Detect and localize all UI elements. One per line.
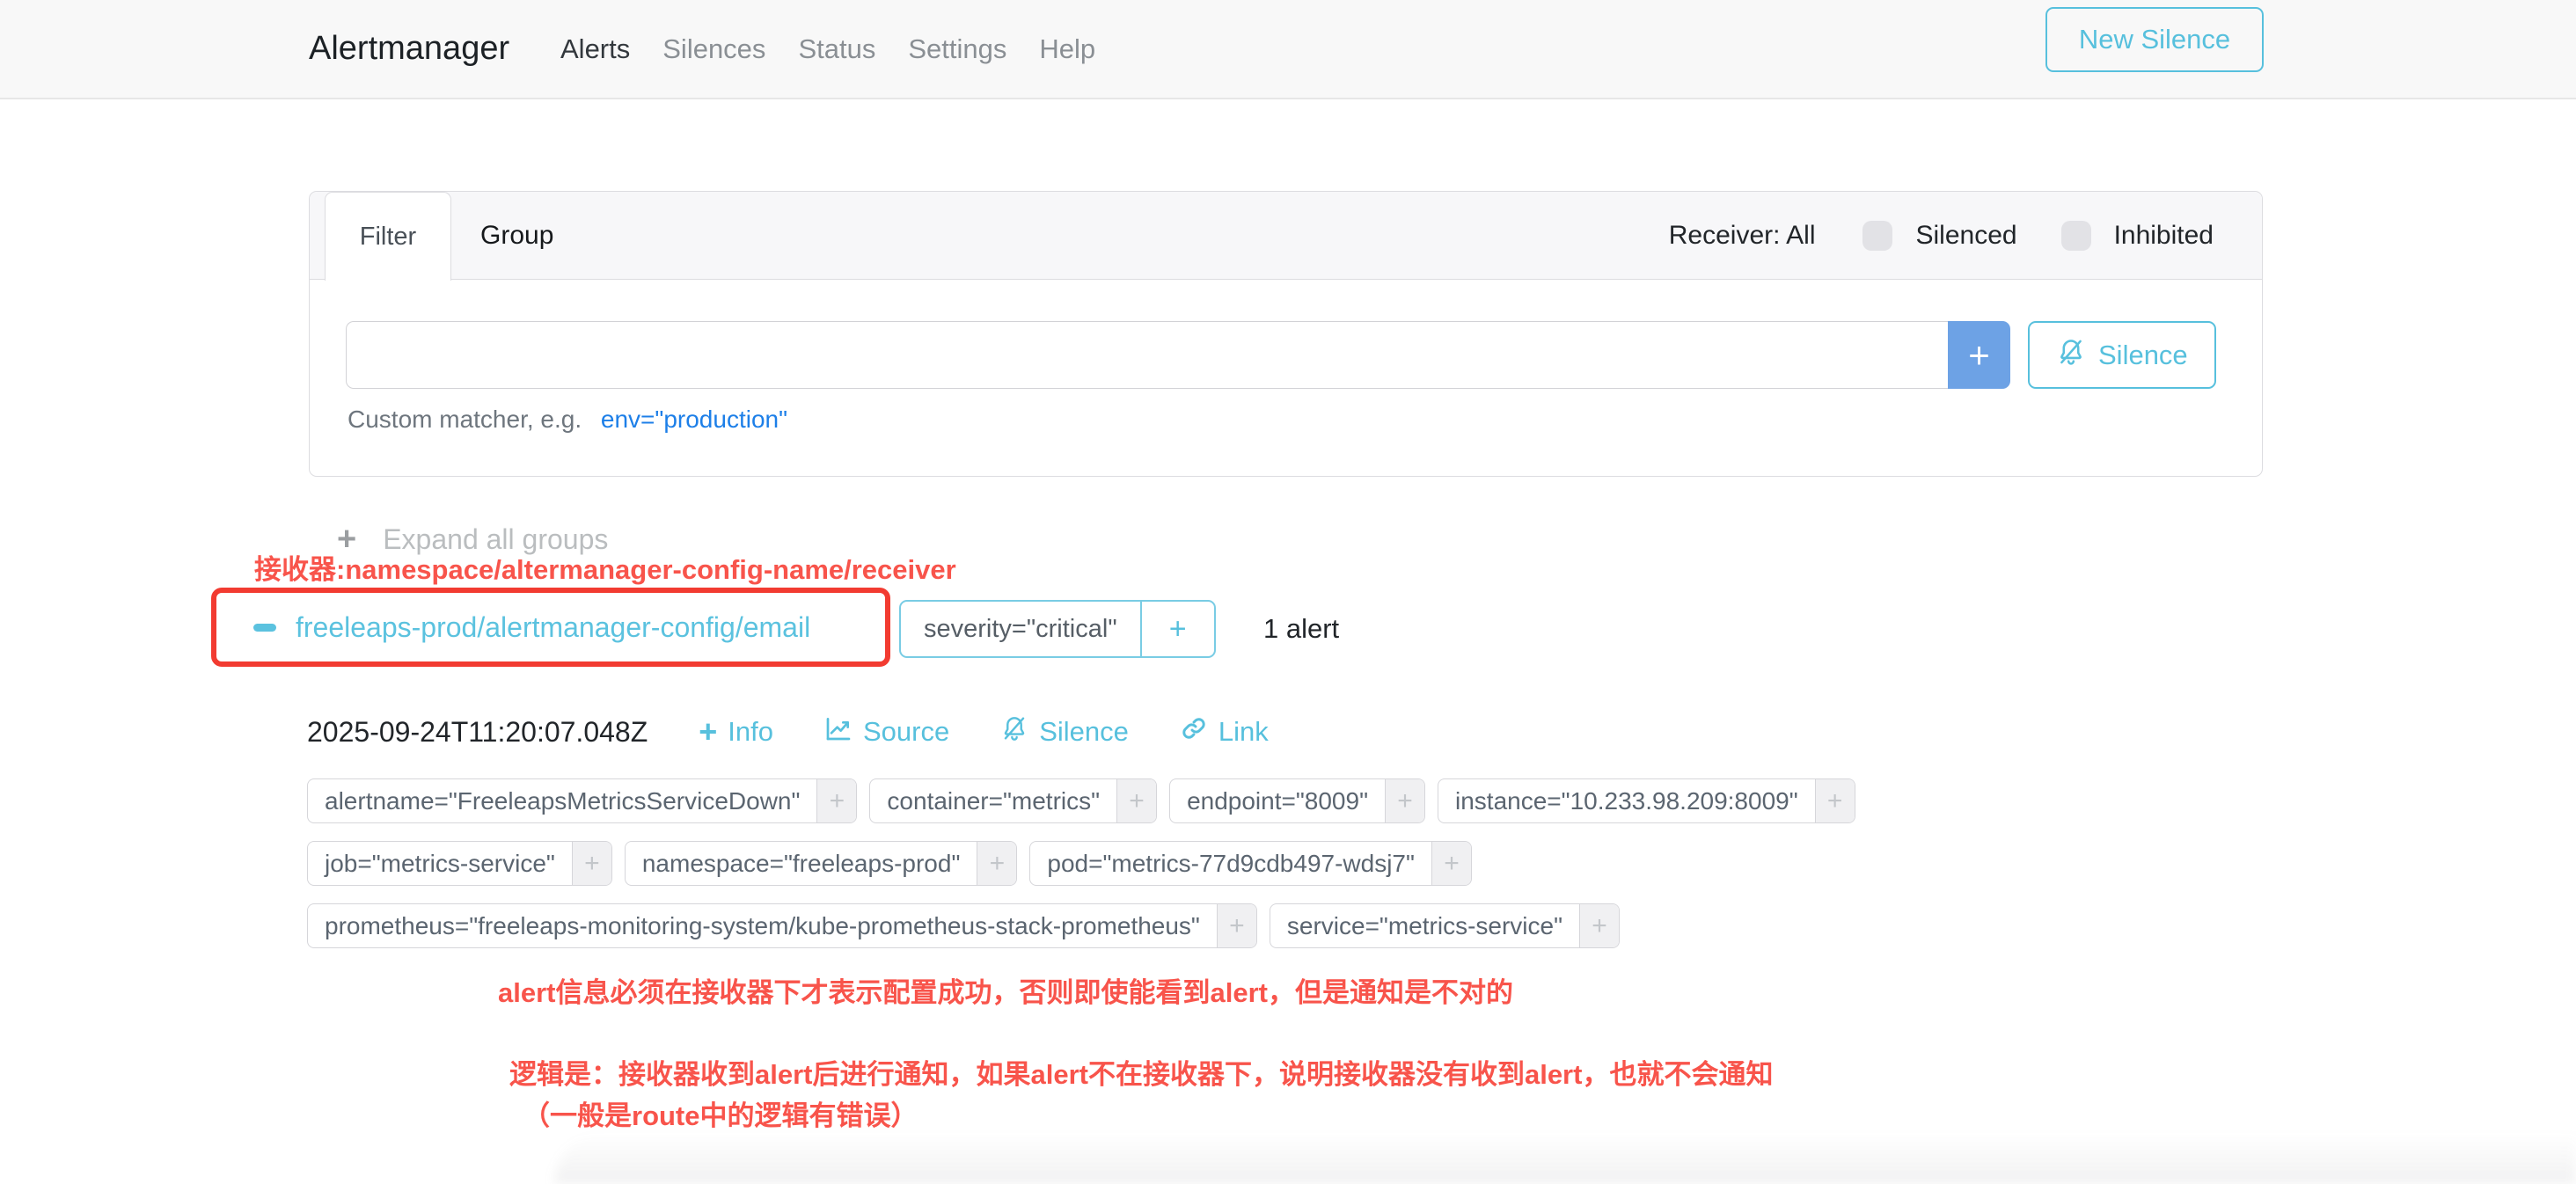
group-matcher-chip: severity="critical" +: [899, 600, 1216, 658]
inhibited-checkbox[interactable]: [2061, 221, 2091, 251]
annotation-receiver-note: 接收器:namespace/altermanager-config-name/r…: [254, 547, 956, 587]
label-row: prometheus="freeleaps-monitoring-system/…: [307, 903, 1620, 948]
top-navbar: Alertmanager Alerts Silences Status Sett…: [0, 0, 2576, 99]
label-add-button[interactable]: +: [1815, 779, 1855, 822]
group-collapse-toggle[interactable]: freeleaps-prod/alertmanager-config/email: [253, 611, 810, 644]
nav-item-help[interactable]: Help: [1039, 33, 1095, 65]
chart-icon: [824, 714, 853, 749]
tab-group[interactable]: Group: [480, 192, 553, 280]
label-text: container="metrics": [870, 779, 1116, 822]
link-icon: [1180, 714, 1208, 749]
label-add-button[interactable]: +: [1116, 779, 1156, 822]
label-tag: job="metrics-service"+: [307, 841, 612, 886]
label-add-button[interactable]: +: [1385, 779, 1424, 822]
label-text: prometheus="freeleaps-monitoring-system/…: [308, 904, 1217, 947]
info-action[interactable]: + Info: [699, 716, 773, 748]
label-tag: endpoint="8009"+: [1169, 778, 1425, 823]
info-action-label: Info: [728, 716, 773, 748]
label-tag: instance="10.233.98.209:8009"+: [1438, 778, 1855, 823]
label-add-button[interactable]: +: [816, 779, 856, 822]
link-action[interactable]: Link: [1180, 714, 1269, 749]
receiver-dropdown[interactable]: Receiver: All: [1669, 221, 1816, 251]
main-nav: Alerts Silences Status Settings Help: [560, 33, 1095, 65]
group-matcher-add-button[interactable]: +: [1140, 602, 1214, 656]
label-tag: service="metrics-service"+: [1270, 903, 1620, 948]
label-row: alertname="FreeleapsMetricsServiceDown"+…: [307, 778, 1855, 823]
matcher-bar: + Silence: [346, 321, 2216, 389]
group-receiver-link[interactable]: freeleaps-prod/alertmanager-config/email: [296, 611, 810, 644]
filter-panel: Filter Group Receiver: All Silenced Inhi…: [309, 191, 2263, 477]
label-row: job="metrics-service"+ namespace="freele…: [307, 841, 1472, 886]
alert-header-row: 2025-09-24T11:20:07.048Z + Info Source: [307, 714, 1269, 749]
label-tag: container="metrics"+: [869, 778, 1157, 823]
bell-slash-icon: [2056, 337, 2086, 374]
annotation-note-1: alert信息必须在接收器下才表示配置成功，否则即使能看到alert，但是通知是…: [498, 970, 1513, 1010]
silence-action[interactable]: Silence: [1000, 714, 1129, 749]
label-add-button[interactable]: +: [1431, 842, 1471, 885]
silence-action-label: Silence: [1039, 716, 1129, 748]
source-action[interactable]: Source: [824, 714, 949, 749]
silence-filter-button[interactable]: Silence: [2028, 321, 2216, 389]
group-matcher-label: severity="critical": [901, 602, 1140, 656]
add-matcher-button[interactable]: +: [1948, 321, 2010, 389]
new-silence-button[interactable]: New Silence: [2045, 7, 2264, 72]
annotation-note-2: 逻辑是：接收器收到alert后进行通知，如果alert不在接收器下，说明接收器没…: [509, 1052, 1773, 1092]
silenced-label[interactable]: Silenced: [1915, 221, 2016, 251]
annotation-note-3: （一般是route中的逻辑有错误）: [523, 1093, 918, 1133]
label-tag: pod="metrics-77d9cdb497-wdsj7"+: [1029, 841, 1472, 886]
nav-item-alerts[interactable]: Alerts: [560, 33, 630, 65]
matcher-hint: Custom matcher, e.g. env="production": [348, 406, 787, 434]
label-add-button[interactable]: +: [1217, 904, 1256, 947]
label-tag: namespace="freeleaps-prod"+: [625, 841, 1018, 886]
hint-example-link[interactable]: env="production": [601, 406, 787, 433]
filter-options: Receiver: All Silenced Inhibited: [1669, 192, 2214, 280]
bottom-shadow: [554, 1133, 2576, 1184]
label-add-button[interactable]: +: [572, 842, 611, 885]
app-brand[interactable]: Alertmanager: [309, 30, 509, 68]
alert-timestamp: 2025-09-24T11:20:07.048Z: [307, 716, 648, 749]
nav-item-status[interactable]: Status: [798, 33, 875, 65]
label-tag: prometheus="freeleaps-monitoring-system/…: [307, 903, 1257, 948]
alert-count: 1 alert: [1263, 613, 1339, 645]
label-text: service="metrics-service": [1270, 904, 1579, 947]
minus-icon: [253, 624, 276, 632]
annotation-highlight-box: freeleaps-prod/alertmanager-config/email: [211, 588, 890, 667]
label-tag: alertname="FreeleapsMetricsServiceDown"+: [307, 778, 857, 823]
label-add-button[interactable]: +: [977, 842, 1016, 885]
nav-item-settings[interactable]: Settings: [908, 33, 1006, 65]
label-text: pod="metrics-77d9cdb497-wdsj7": [1030, 842, 1431, 885]
label-text: endpoint="8009": [1170, 779, 1385, 822]
label-text: instance="10.233.98.209:8009": [1438, 779, 1815, 822]
bell-slash-icon: [1000, 714, 1028, 749]
label-text: alertname="FreeleapsMetricsServiceDown": [308, 779, 816, 822]
silenced-checkbox[interactable]: [1862, 221, 1892, 251]
label-text: namespace="freeleaps-prod": [626, 842, 977, 885]
hint-text: Custom matcher, e.g.: [348, 406, 582, 433]
page: Alertmanager Alerts Silences Status Sett…: [0, 0, 2576, 1184]
filter-panel-header: Filter Group Receiver: All Silenced Inhi…: [310, 192, 2262, 280]
inhibited-label[interactable]: Inhibited: [2114, 221, 2214, 251]
matcher-input[interactable]: [346, 321, 1948, 389]
silence-filter-label: Silence: [2098, 340, 2188, 371]
plus-icon: +: [699, 716, 717, 748]
link-action-label: Link: [1218, 716, 1269, 748]
label-text: job="metrics-service": [308, 842, 572, 885]
nav-item-silences[interactable]: Silences: [662, 33, 765, 65]
label-add-button[interactable]: +: [1579, 904, 1619, 947]
tab-filter[interactable]: Filter: [325, 192, 451, 281]
source-action-label: Source: [863, 716, 949, 748]
